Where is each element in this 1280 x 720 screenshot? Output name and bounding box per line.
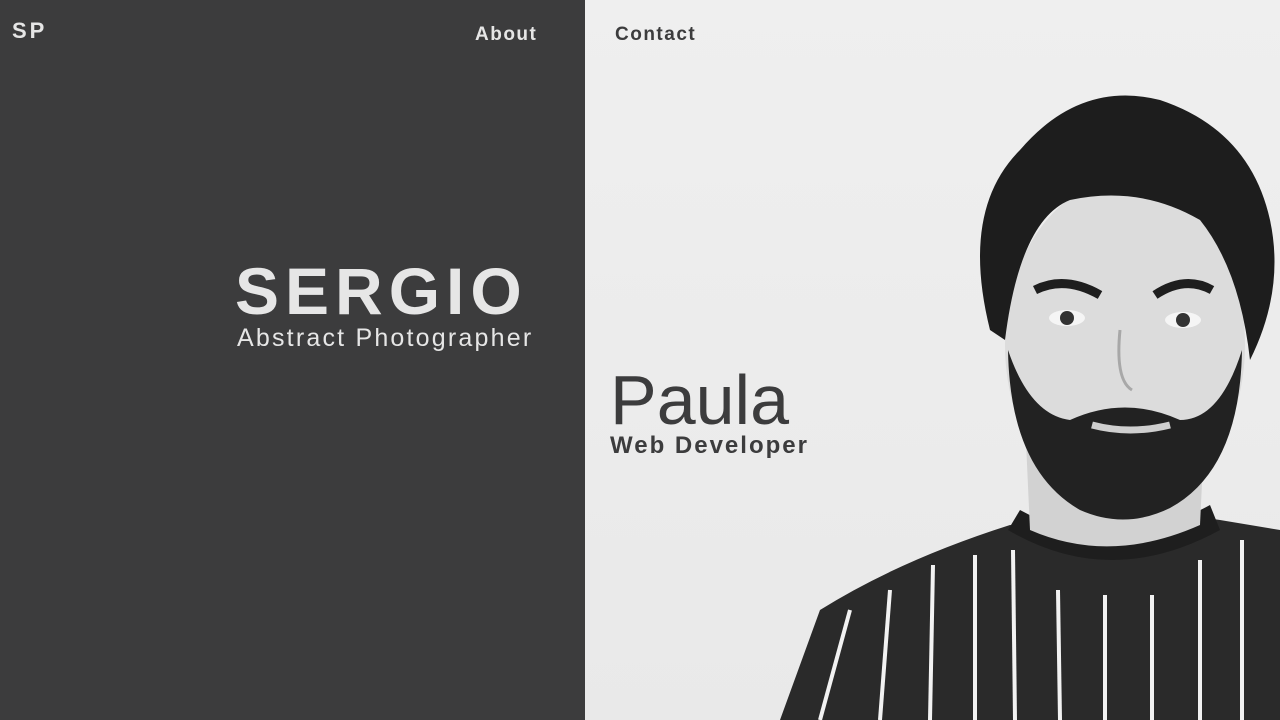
portrait-photo [780, 95, 1280, 720]
paula-name: Paula [610, 361, 790, 439]
sergio-panel[interactable] [0, 0, 585, 720]
nav-contact-link[interactable]: Contact [615, 24, 696, 46]
site-logo[interactable]: SP [12, 18, 47, 44]
sergio-name: SERGIO [235, 254, 528, 328]
paula-role: Web Developer [610, 432, 809, 459]
sergio-role: Abstract Photographer [237, 324, 534, 352]
nav-about-link[interactable]: About [475, 24, 537, 46]
